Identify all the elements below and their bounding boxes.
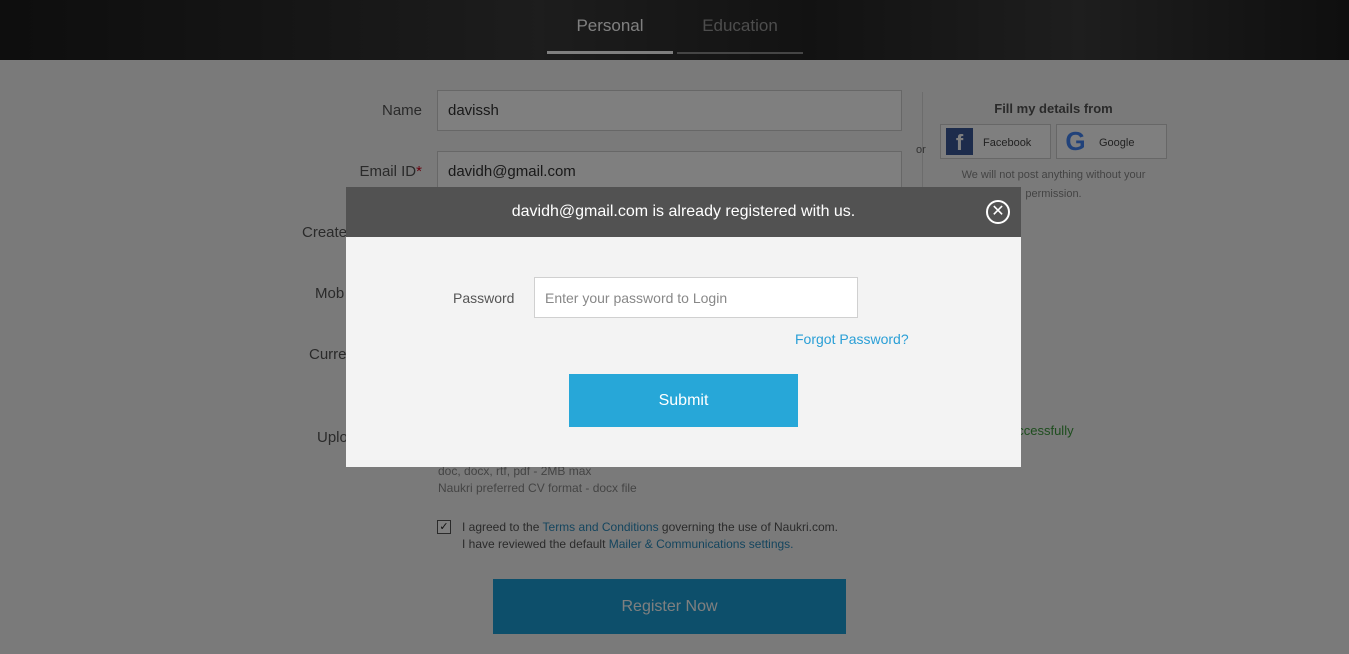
- forgot-password-link[interactable]: Forgot Password?: [795, 331, 909, 347]
- submit-button[interactable]: Submit: [569, 374, 798, 427]
- modal-title: davidh@gmail.com is already registered w…: [346, 187, 1021, 237]
- close-icon[interactable]: ✕: [986, 200, 1010, 224]
- password-label: Password: [453, 290, 515, 306]
- login-modal: davidh@gmail.com is already registered w…: [346, 187, 1021, 467]
- password-input[interactable]: [534, 277, 858, 318]
